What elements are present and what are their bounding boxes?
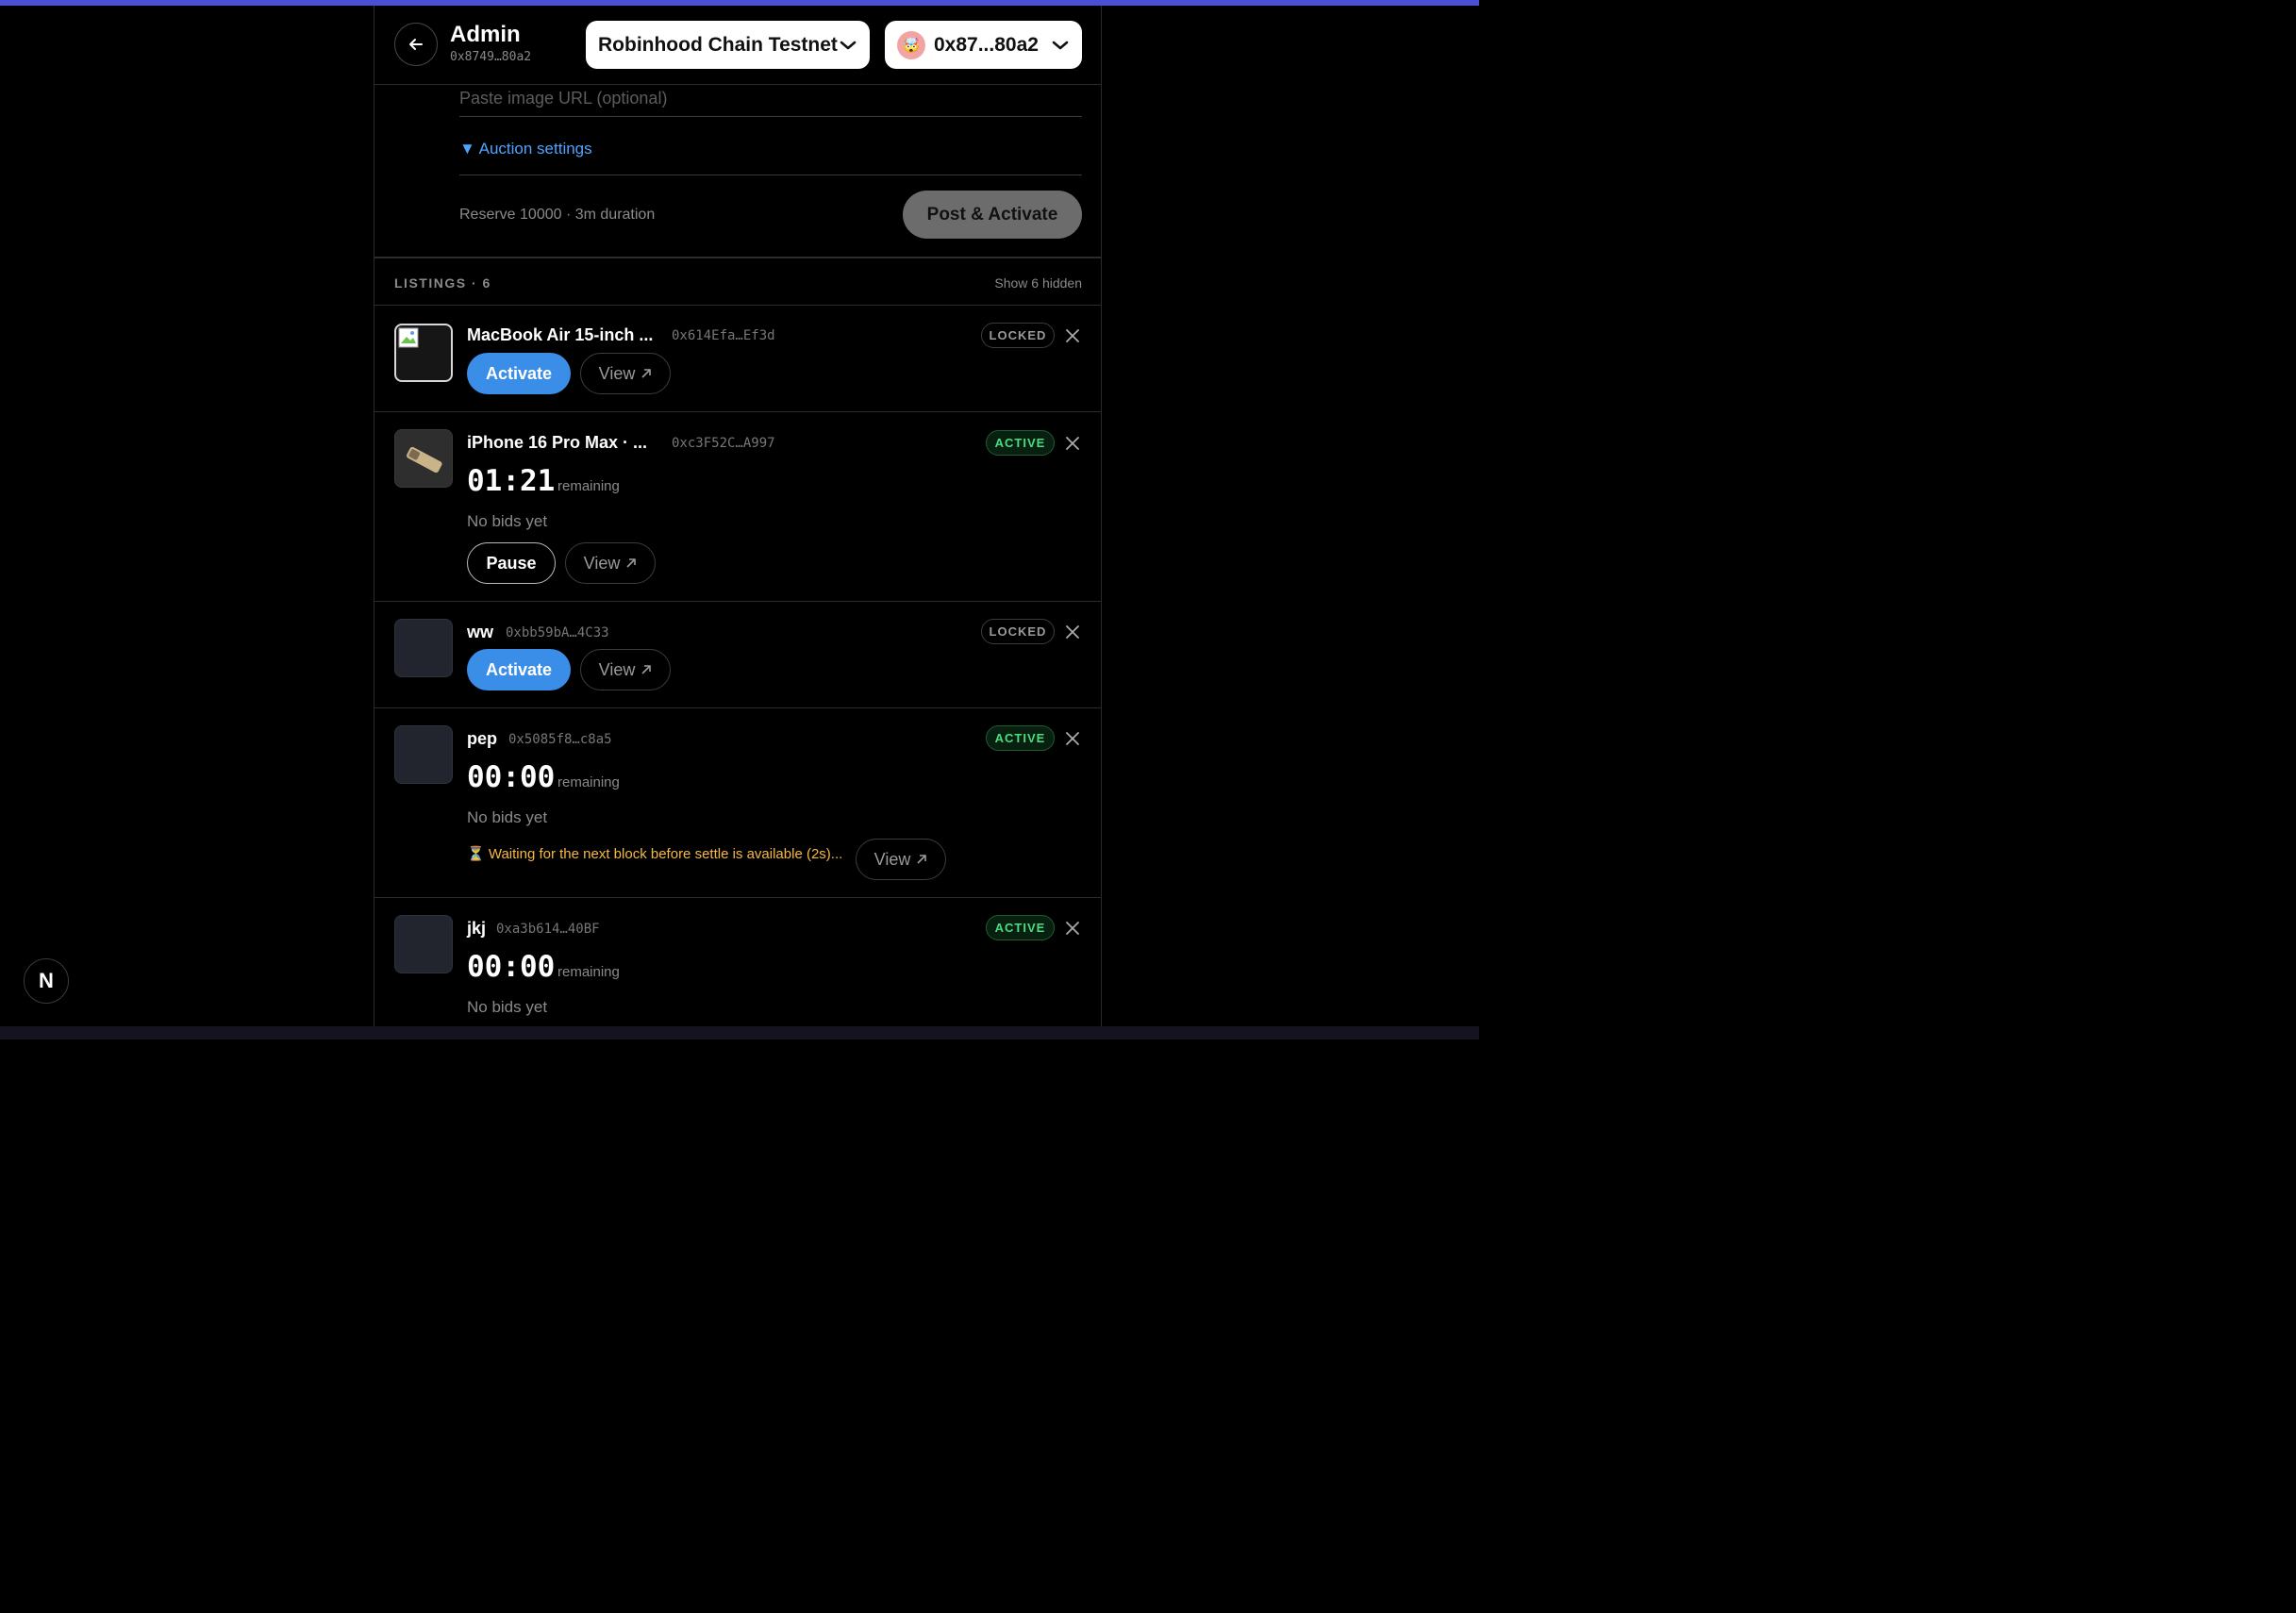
countdown-timer: 00:00 <box>467 950 556 984</box>
view-label: View <box>598 363 636 383</box>
back-button[interactable] <box>394 23 438 66</box>
view-button[interactable]: View <box>580 649 671 690</box>
reserve-summary: Reserve 10000 · 3m duration <box>459 207 656 223</box>
bottom-strip <box>0 1026 1479 1039</box>
image-url-input[interactable] <box>459 81 1082 117</box>
listing-address: 0xa3b614…40BF <box>496 922 600 937</box>
listing-name: jkj <box>467 919 487 938</box>
listing-thumbnail <box>394 619 453 677</box>
listing-address: 0xc3F52C…A997 <box>672 436 775 451</box>
settle-waiting-message: ⏳ Waiting for the next block before sett… <box>467 846 843 862</box>
listing-row: jkj 0xa3b614…40BF ACTIVE 00:00 remaining… <box>374 898 1101 1026</box>
external-link-icon <box>626 558 637 568</box>
external-link-icon <box>917 855 927 864</box>
create-listing-form: ▼ Auction settings Reserve 10000 · 3m du… <box>374 81 1101 258</box>
view-button[interactable]: View <box>565 542 656 584</box>
network-selector[interactable]: Robinhood Chain Testnet <box>586 21 870 69</box>
bids-status: No bids yet <box>467 512 548 530</box>
listing-thumbnail <box>394 915 453 973</box>
status-badge: ACTIVE <box>986 725 1055 751</box>
listing-address: 0x614Efa…Ef3d <box>672 328 775 343</box>
countdown-timer: 00:00 <box>467 760 556 794</box>
listings-title: LISTINGS · 6 <box>394 275 491 291</box>
wallet-avatar: 🤯 <box>897 30 925 59</box>
admin-header: Admin 0x8749…80a2 Robinhood Chain Testne… <box>374 6 1101 85</box>
pause-button[interactable]: Pause <box>467 542 556 584</box>
close-icon[interactable] <box>1064 435 1081 452</box>
activate-button[interactable]: Activate <box>467 649 571 690</box>
listing-name: MacBook Air 15-inch ... <box>467 325 654 344</box>
wallet-address: 0x87...80a2 <box>934 33 1039 56</box>
view-label: View <box>598 659 636 679</box>
dev-tools-badge[interactable]: N <box>24 958 69 1004</box>
remaining-label: remaining <box>557 964 620 980</box>
listing-row: pep 0x5085f8…c8a5 ACTIVE 00:00 remaining… <box>374 708 1101 898</box>
listing-name: ww <box>467 623 494 641</box>
close-icon[interactable] <box>1064 624 1081 640</box>
view-label: View <box>583 553 621 573</box>
countdown-timer: 01:21 <box>467 464 556 498</box>
external-link-icon <box>641 369 652 378</box>
activate-button[interactable]: Activate <box>467 353 571 394</box>
listing-address: 0xbb59bA…4C33 <box>506 625 609 640</box>
bids-status: No bids yet <box>467 808 548 826</box>
status-badge: ACTIVE <box>986 915 1055 940</box>
listing-thumbnail <box>394 429 453 488</box>
close-icon[interactable] <box>1064 327 1081 344</box>
network-label: Robinhood Chain Testnet <box>598 33 838 56</box>
remaining-label: remaining <box>557 774 620 790</box>
status-badge: LOCKED <box>981 619 1055 644</box>
listing-thumbnail <box>394 324 453 382</box>
view-button[interactable]: View <box>856 839 946 880</box>
phone-photo-icon <box>395 430 452 487</box>
status-badge: LOCKED <box>981 323 1055 348</box>
bids-status: No bids yet <box>467 998 548 1016</box>
listing-thumbnail <box>394 725 453 784</box>
page-title: Admin <box>450 22 521 47</box>
broken-image-icon <box>398 327 419 348</box>
chevron-down-icon <box>1052 41 1069 50</box>
listing-name: pep <box>467 729 498 748</box>
close-icon[interactable] <box>1064 730 1081 747</box>
status-badge: ACTIVE <box>986 430 1055 456</box>
listing-row: MacBook Air 15-inch ... 0x614Efa…Ef3d LO… <box>374 306 1101 412</box>
listing-address: 0x5085f8…c8a5 <box>508 732 612 747</box>
admin-address: 0x8749…80a2 <box>450 50 532 64</box>
listing-name: iPhone 16 Pro Max · ... <box>467 433 648 452</box>
view-label: View <box>873 849 911 869</box>
listing-row: iPhone 16 Pro Max · ... 0xc3F52C…A997 AC… <box>374 412 1101 602</box>
view-button[interactable]: View <box>580 353 671 394</box>
chevron-down-icon <box>840 41 857 50</box>
admin-panel: Admin 0x8749…80a2 Robinhood Chain Testne… <box>374 6 1102 1026</box>
wallet-selector[interactable]: 🤯 0x87...80a2 <box>885 21 1082 69</box>
listings-header: LISTINGS · 6 Show 6 hidden <box>374 258 1101 306</box>
show-hidden-toggle[interactable]: Show 6 hidden <box>994 275 1082 291</box>
arrow-left-icon <box>409 39 423 50</box>
auction-settings-toggle[interactable]: ▼ Auction settings <box>459 140 592 158</box>
external-link-icon <box>641 665 652 674</box>
listing-row: ww 0xbb59bA…4C33 LOCKED Activate View <box>374 602 1101 708</box>
remaining-label: remaining <box>557 478 620 494</box>
post-activate-button[interactable]: Post & Activate <box>903 191 1082 239</box>
close-icon[interactable] <box>1064 920 1081 937</box>
